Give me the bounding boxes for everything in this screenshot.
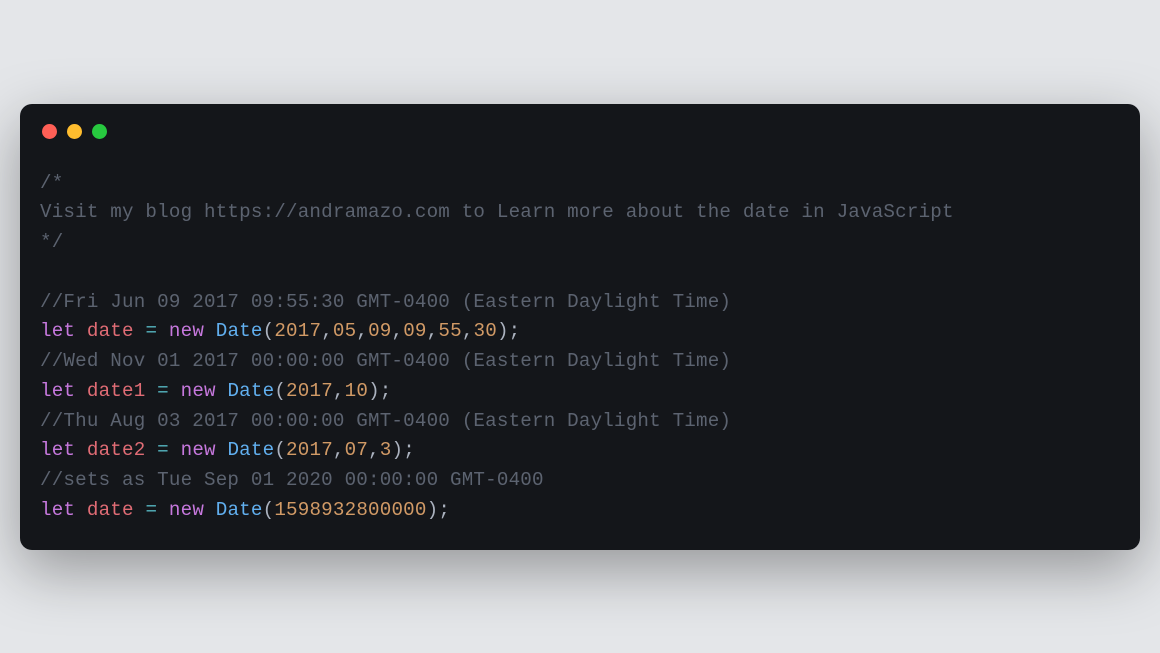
number: 07	[345, 439, 368, 461]
number: 2017	[286, 439, 333, 461]
comment-line: //Wed Nov 01 2017 00:00:00 GMT-0400 (Eas…	[40, 350, 731, 372]
punct: (	[263, 320, 275, 342]
comment-line: //Fri Jun 09 2017 09:55:30 GMT-0400 (Eas…	[40, 291, 731, 313]
punct: );	[392, 439, 415, 461]
number: 09	[403, 320, 426, 342]
close-icon[interactable]	[42, 124, 57, 139]
identifier: date	[75, 320, 145, 342]
class-name: Date	[227, 439, 274, 461]
identifier: date	[75, 499, 145, 521]
punct: ,	[427, 320, 439, 342]
keyword-new: new	[157, 320, 216, 342]
keyword-let: let	[40, 380, 75, 402]
comment-line: //Thu Aug 03 2017 00:00:00 GMT-0400 (Eas…	[40, 410, 731, 432]
punct: ,	[333, 439, 345, 461]
code-block: /* Visit my blog https://andramazo.com t…	[40, 169, 1120, 526]
punct: ,	[392, 320, 404, 342]
number: 09	[368, 320, 391, 342]
operator: =	[145, 320, 157, 342]
identifier: date1	[75, 380, 157, 402]
punct: ,	[321, 320, 333, 342]
punct: );	[427, 499, 450, 521]
punct: (	[263, 499, 275, 521]
punct: ,	[462, 320, 474, 342]
operator: =	[145, 499, 157, 521]
comment-line: Visit my blog https://andramazo.com to L…	[40, 201, 954, 223]
class-name: Date	[216, 499, 263, 521]
operator: =	[157, 380, 169, 402]
number: 2017	[286, 380, 333, 402]
comment-line: */	[40, 231, 63, 253]
punct: );	[497, 320, 520, 342]
minimize-icon[interactable]	[67, 124, 82, 139]
comment-line: /*	[40, 172, 63, 194]
number: 1598932800000	[274, 499, 426, 521]
code-editor-window: /* Visit my blog https://andramazo.com t…	[20, 104, 1140, 550]
punct: ,	[368, 439, 380, 461]
number: 2017	[274, 320, 321, 342]
operator: =	[157, 439, 169, 461]
punct: ,	[333, 380, 345, 402]
number: 3	[380, 439, 392, 461]
class-name: Date	[227, 380, 274, 402]
keyword-new: new	[169, 380, 228, 402]
number: 05	[333, 320, 356, 342]
keyword-new: new	[157, 499, 216, 521]
punct: (	[274, 380, 286, 402]
maximize-icon[interactable]	[92, 124, 107, 139]
punct: );	[368, 380, 391, 402]
keyword-let: let	[40, 439, 75, 461]
identifier: date2	[75, 439, 157, 461]
number: 55	[438, 320, 461, 342]
comment-line: //sets as Tue Sep 01 2020 00:00:00 GMT-0…	[40, 469, 544, 491]
class-name: Date	[216, 320, 263, 342]
keyword-new: new	[169, 439, 228, 461]
number: 10	[345, 380, 368, 402]
keyword-let: let	[40, 320, 75, 342]
window-titlebar	[40, 122, 1120, 169]
punct: (	[274, 439, 286, 461]
keyword-let: let	[40, 499, 75, 521]
punct: ,	[356, 320, 368, 342]
number: 30	[474, 320, 497, 342]
